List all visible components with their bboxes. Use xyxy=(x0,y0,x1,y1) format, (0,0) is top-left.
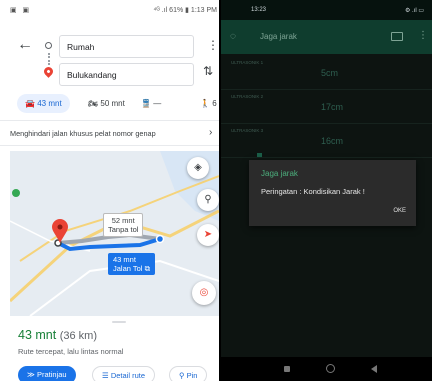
mode-car[interactable]: 🚘 43 mnt xyxy=(17,94,70,113)
indicator-mark xyxy=(257,153,262,157)
directions-arrow-icon[interactable]: ➤ xyxy=(197,224,219,246)
distance-text: (36 km) xyxy=(59,330,97,342)
navigation-icon: ≫ xyxy=(27,370,35,379)
mode-car-label: 43 mnt xyxy=(37,99,62,108)
notification-icons: ▣ ▣ xyxy=(10,7,32,14)
route-description: Rute tercepat, lalu lintas normal xyxy=(18,347,124,356)
list-icon: ☰ xyxy=(102,371,109,380)
route-dots-icon xyxy=(48,53,50,65)
ok-button[interactable]: OKE xyxy=(393,208,406,214)
sensor-name: ULTRASONIK 2 xyxy=(231,94,264,99)
app-title: Jaga jarak xyxy=(260,32,297,41)
home-icon[interactable] xyxy=(326,364,335,373)
motorbike-icon: 🏍 xyxy=(88,99,99,108)
origin-dot-icon xyxy=(45,42,52,49)
route-alt-label[interactable]: 52 mnt Tanpa tol xyxy=(103,213,144,237)
transit-icon: 🚆 xyxy=(141,99,151,108)
back-arrow-icon[interactable]: ← xyxy=(17,37,33,53)
status-bar: 13:23 ⚙ .ıl ▭ xyxy=(221,0,432,20)
route-summary-sheet[interactable]: 43 mnt (36 km) Rute tercepat, lalu linta… xyxy=(0,316,219,381)
dialog-message: Peringatan : Kondisikan Jarak ! xyxy=(261,187,365,196)
destination-pin-icon xyxy=(42,65,55,78)
sensor-name: ULTRASONIK 3 xyxy=(231,128,264,133)
travel-mode-tabs: 🚘 43 mnt 🏍 50 mnt 🚆 — 🚶 6 xyxy=(0,92,219,116)
pin-button[interactable]: ⚲ Pin xyxy=(169,366,208,381)
distance-app-screen: 13:23 ⚙ .ıl ▭ ◌ Jaga jarak ⋮ ULTRASONIK … xyxy=(221,0,432,381)
warning-dialog: Jaga jarak Peringatan : Kondisikan Jarak… xyxy=(249,160,416,226)
sensor-row: ULTRASONIK 1 5cm xyxy=(221,56,432,90)
back-icon[interactable] xyxy=(371,365,377,373)
system-nav-bar xyxy=(221,357,432,381)
mode-motorbike[interactable]: 🏍 50 mnt xyxy=(88,94,125,113)
pin-icon: ⚲ xyxy=(179,371,185,380)
status-indicators: ⁴ᴳ .ıl 61% ▮ 1:13 PM xyxy=(153,7,217,14)
clock: 13:23 xyxy=(251,7,267,13)
route-notice[interactable]: Menghindari jalan khusus pelat nomor gen… xyxy=(0,120,219,146)
mode-transit[interactable]: 🚆 — xyxy=(141,94,161,113)
more-vert-icon[interactable]: ⋮ xyxy=(418,30,428,41)
menu-icon[interactable]: ◌ xyxy=(230,31,236,42)
status-bar: ▣ ▣ ⁴ᴳ .ıl 61% ▮ 1:13 PM xyxy=(0,0,219,20)
preview-button[interactable]: ≫ Pratinjau xyxy=(18,366,76,381)
sensor-row: ULTRASONIK 3 16cm xyxy=(221,124,432,158)
sheet-handle[interactable] xyxy=(112,321,126,323)
mode-motorbike-label: 50 mnt xyxy=(100,99,125,108)
eta-text: 43 mnt (36 km) xyxy=(18,328,97,342)
maps-screen: ▣ ▣ ⁴ᴳ .ıl 61% ▮ 1:13 PM ← Rumah Bulukan… xyxy=(0,0,219,381)
notice-text: Menghindari jalan khusus pelat nomor gen… xyxy=(10,129,156,138)
external-link-icon: ⧉ xyxy=(144,264,150,273)
app-toolbar: ◌ Jaga jarak ⋮ xyxy=(221,20,432,54)
chevron-right-icon: › xyxy=(209,127,213,138)
route-details-button[interactable]: ☰ Detail rute xyxy=(92,366,156,381)
my-location-icon[interactable]: ◎ xyxy=(192,281,216,305)
search-icon[interactable]: ⚲ xyxy=(197,189,219,211)
origin-input[interactable]: Rumah xyxy=(59,35,194,58)
dialog-title: Jaga jarak xyxy=(261,169,298,178)
status-indicators: ⚙ .ıl ▭ xyxy=(404,8,424,14)
layers-icon[interactable]: ◈ xyxy=(187,157,209,179)
sensor-value: 17cm xyxy=(321,102,344,112)
sensor-name: ULTRASONIK 1 xyxy=(231,60,264,65)
sensor-value: 16cm xyxy=(321,136,344,146)
destination-input[interactable]: Bulukandang xyxy=(59,63,194,86)
more-vert-icon[interactable]: ⋮ xyxy=(207,38,219,52)
sensor-row: ULTRASONIK 2 17cm xyxy=(221,90,432,124)
walk-icon: 🚶 xyxy=(200,99,210,108)
mode-walk-label: 6 xyxy=(212,99,217,108)
car-icon: 🚘 xyxy=(25,99,35,108)
sensor-value: 5cm xyxy=(321,68,339,78)
swap-icon[interactable]: ⇅ xyxy=(203,64,213,78)
route-main-label[interactable]: 43 mnt Jalan Tol ⧉ xyxy=(108,253,155,275)
mode-walk[interactable]: 🚶 6 xyxy=(200,94,217,113)
bluetooth-icon[interactable] xyxy=(391,32,403,41)
mode-transit-label: — xyxy=(153,99,162,108)
recents-icon[interactable] xyxy=(284,366,290,372)
